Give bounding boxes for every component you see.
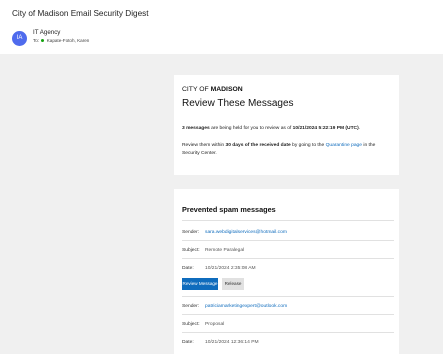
email-subject: City of Madison Email Security Digest [12, 9, 149, 18]
held-end: . [358, 126, 361, 131]
message-subject: Remote Paralegal [205, 248, 245, 253]
message-date: 10/21/2024 12:36:14 PM [205, 340, 259, 345]
held-date: 10/21/2024 5:22:19 PM (UTC) [292, 126, 359, 131]
divider [182, 314, 394, 315]
sender-label: Sender: [182, 304, 200, 309]
review-message-button[interactable]: Review Message [182, 278, 218, 290]
review-prefix: Review them within [182, 143, 225, 148]
sender-name[interactable]: IT Agency [33, 29, 60, 36]
to-label: To: [33, 38, 40, 43]
held-count: 3 messages [182, 126, 210, 131]
email-header: City of Madison Email Security Digest IA… [0, 0, 443, 54]
held-text: are being held for you to review as of [211, 126, 292, 131]
recipient-line: To: Kapate-Fotoh, Karen [33, 38, 89, 43]
review-days: 30 days of the received date [225, 143, 291, 148]
message-subject: Proposal [205, 322, 225, 327]
review-instructions: Review them within 30 days of the receiv… [182, 142, 394, 158]
digest-summary-card: CITY OF MADISON Review These Messages 3 … [174, 75, 399, 175]
date-label: Date: [182, 266, 194, 271]
divider [182, 258, 394, 259]
divider [182, 220, 394, 221]
message-date: 10/21/2024 2:35:08 AM [205, 266, 256, 271]
message-sender[interactable]: patriciamarketingexpert@outlook.com [205, 304, 287, 309]
page-title: Review These Messages [182, 98, 294, 109]
city-prefix: CITY OF [182, 86, 209, 93]
prevented-spam-card: Prevented spam messages Sender: sara.web… [174, 189, 399, 354]
divider [182, 332, 394, 333]
recipient-name[interactable]: Kapate-Fotoh, Karen [47, 38, 90, 43]
review-mid: by going to the [292, 143, 325, 148]
divider [182, 240, 394, 241]
subject-label: Subject: [182, 322, 200, 327]
presence-dot-icon [41, 39, 45, 43]
quarantine-page-link[interactable]: Quarantine page [326, 143, 362, 148]
section-title: Prevented spam messages [182, 205, 276, 214]
subject-label: Subject: [182, 248, 200, 253]
email-reading-pane: City of Madison Email Security Digest IA… [0, 0, 443, 354]
email-body: CITY OF MADISON Review These Messages 3 … [0, 54, 443, 354]
release-button[interactable]: Release [222, 278, 244, 290]
message-sender[interactable]: sara.webdigitalservices@hotmail.com [205, 230, 287, 235]
held-summary: 3 messages are being held for you to rev… [182, 126, 360, 131]
sender-label: Sender: [182, 230, 200, 235]
divider [182, 296, 394, 297]
date-label: Date: [182, 340, 194, 345]
city-name: MADISON [210, 86, 243, 93]
city-heading: CITY OF MADISON [182, 86, 243, 93]
avatar[interactable]: IA [12, 31, 27, 46]
